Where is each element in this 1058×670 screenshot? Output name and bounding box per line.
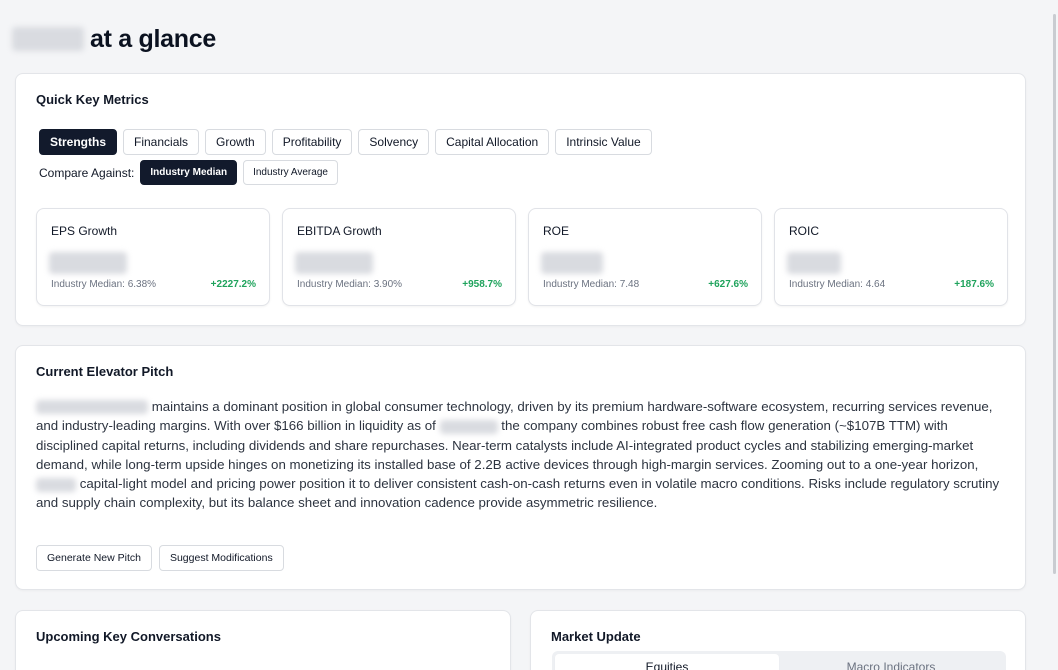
- tab-solvency[interactable]: Solvency: [358, 129, 430, 155]
- metric-card-ebitda-growth: EBITDA Growth Industry Median: 3.90% +95…: [282, 208, 516, 306]
- redacted-metric-value: [541, 252, 603, 274]
- tab-financials[interactable]: Financials: [123, 129, 200, 155]
- metric-name: ROE: [543, 224, 570, 238]
- compare-industry-average-button[interactable]: Industry Average: [243, 160, 338, 185]
- upcoming-conversations-card: Upcoming Key Conversations: [15, 610, 511, 670]
- metric-delta: +958.7%: [462, 279, 502, 290]
- metric-delta: +187.6%: [954, 279, 994, 290]
- tab-macro-indicators[interactable]: Macro Indicators: [779, 654, 1003, 670]
- tab-growth[interactable]: Growth: [205, 129, 266, 155]
- compare-against-label: Compare Against:: [39, 165, 135, 180]
- redacted-company-name: [12, 27, 84, 51]
- metric-category-tabs: Strengths Financials Growth Profitabilit…: [39, 129, 652, 155]
- metric-industry-median: Industry Median: 4.64: [789, 279, 886, 290]
- metric-industry-median: Industry Median: 6.38%: [51, 279, 157, 290]
- market-update-title: Market Update: [551, 629, 641, 644]
- tab-capital-allocation[interactable]: Capital Allocation: [435, 129, 550, 155]
- metric-card-eps-growth: EPS Growth Industry Median: 6.38% +2227.…: [36, 208, 270, 306]
- scrollbar-thumb[interactable]: [1053, 14, 1056, 574]
- metric-delta: +627.6%: [708, 279, 748, 290]
- page: at a glance Quick Key Metrics Strengths …: [0, 0, 1052, 670]
- market-update-card: Market Update Equities Macro Indicators: [530, 610, 1026, 670]
- metric-name: ROIC: [789, 224, 819, 238]
- metric-industry-median: Industry Median: 3.90%: [297, 279, 403, 290]
- elevator-pitch-title: Current Elevator Pitch: [36, 364, 174, 379]
- redacted-company-name: [36, 477, 76, 492]
- metric-name: EBITDA Growth: [297, 224, 382, 238]
- metric-cards: EPS Growth Industry Median: 6.38% +2227.…: [36, 208, 1008, 306]
- page-scrollbar[interactable]: [1052, 0, 1058, 670]
- compare-against: Compare Against: Industry Median Industr…: [39, 160, 338, 185]
- tab-intrinsic-value[interactable]: Intrinsic Value: [555, 129, 652, 155]
- redacted-metric-value: [295, 252, 373, 274]
- redacted-date: [439, 419, 498, 434]
- elevator-pitch-card: Current Elevator Pitch maintains a domin…: [15, 345, 1026, 590]
- metric-card-roe: ROE Industry Median: 7.48 +627.6%: [528, 208, 762, 306]
- market-update-tabs: Equities Macro Indicators: [552, 651, 1006, 670]
- quick-key-metrics-title: Quick Key Metrics: [36, 92, 149, 107]
- metric-card-roic: ROIC Industry Median: 4.64 +187.6%: [774, 208, 1008, 306]
- upcoming-conversations-title: Upcoming Key Conversations: [36, 629, 221, 644]
- compare-industry-median-button[interactable]: Industry Median: [140, 160, 238, 185]
- tab-equities[interactable]: Equities: [555, 654, 779, 670]
- suggest-modifications-button[interactable]: Suggest Modifications: [158, 545, 284, 571]
- page-title: at a glance: [12, 22, 216, 56]
- metric-name: EPS Growth: [51, 224, 118, 238]
- quick-key-metrics-card: Quick Key Metrics Strengths Financials G…: [15, 73, 1026, 326]
- redacted-company-name: [36, 400, 148, 415]
- metric-industry-median: Industry Median: 7.48: [543, 279, 640, 290]
- page-title-text: at a glance: [90, 24, 216, 53]
- tab-profitability[interactable]: Profitability: [271, 129, 353, 155]
- pitch-actions: Generate New Pitch Suggest Modifications: [36, 545, 284, 571]
- elevator-pitch-text: maintains a dominant position in global …: [36, 397, 1008, 513]
- pitch-text-part-3: capital-light model and pricing power po…: [36, 476, 1000, 511]
- redacted-metric-value: [787, 252, 841, 274]
- generate-new-pitch-button[interactable]: Generate New Pitch: [36, 545, 152, 571]
- redacted-metric-value: [49, 252, 127, 274]
- tab-strengths[interactable]: Strengths: [39, 129, 118, 155]
- metric-delta: +2227.2%: [210, 279, 256, 290]
